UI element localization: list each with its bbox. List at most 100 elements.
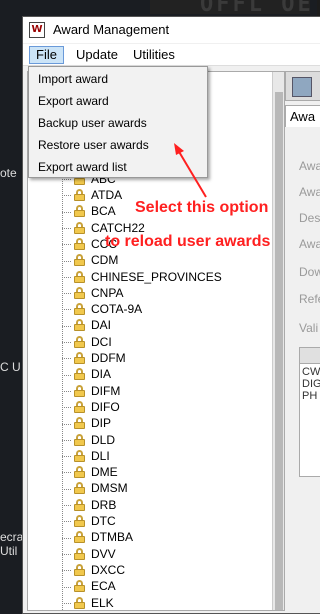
- tree-item-label: BCA: [91, 204, 116, 219]
- desktop-icon-label[interactable]: Util: [0, 544, 17, 558]
- tree-item-label: DRB: [91, 497, 117, 512]
- lock-icon: [74, 384, 85, 397]
- lock-icon: [74, 547, 85, 560]
- tree-item[interactable]: DTC: [62, 514, 116, 530]
- menu-item-export-award-list[interactable]: Export award list: [30, 156, 206, 178]
- tree-item[interactable]: DAI: [62, 318, 111, 334]
- tree-item[interactable]: DTMBA: [62, 530, 133, 546]
- tree-item[interactable]: COTA-9A: [62, 302, 142, 318]
- tree-item-label: COTA-9A: [91, 302, 143, 317]
- tree-item-label: CDM: [91, 253, 119, 268]
- grid-cell: PH: [302, 390, 318, 402]
- tree-item[interactable]: DCI: [62, 335, 112, 351]
- tab-award-label: Awa: [290, 109, 316, 124]
- tree-item-label: DVV: [91, 546, 116, 561]
- lock-icon: [74, 303, 85, 316]
- tree-item-label: DTC: [91, 514, 116, 528]
- tree-scrollbar[interactable]: [272, 72, 284, 610]
- tree-item-label: DDFM: [91, 351, 126, 365]
- lock-icon: [74, 449, 85, 462]
- save-disk-icon: [292, 77, 312, 97]
- lock-icon: [74, 596, 85, 609]
- lock-icon: [74, 205, 85, 218]
- tree-item-label: DLI: [91, 448, 110, 463]
- field-label: Awa: [299, 237, 320, 251]
- menu-item-export-award[interactable]: Export award: [30, 90, 206, 112]
- tree-item-label: ELK: [91, 595, 114, 610]
- lock-icon: [74, 531, 85, 544]
- tree-item[interactable]: CDM: [62, 253, 118, 269]
- lock-icon: [74, 515, 85, 527]
- menu-item-import-award[interactable]: Import award: [30, 68, 206, 90]
- field-label: Des: [299, 211, 320, 225]
- tree-item-label: CNPA: [91, 285, 124, 300]
- desktop-icon-label[interactable]: ote: [0, 166, 17, 180]
- lock-icon: [74, 563, 85, 576]
- scrollbar-thumb[interactable]: [275, 92, 283, 610]
- window-title: Award Management: [53, 22, 170, 37]
- desktop-icon-label[interactable]: C U: [0, 360, 21, 374]
- tab-award[interactable]: Awa: [285, 105, 320, 127]
- tree-item[interactable]: ECA: [62, 579, 116, 595]
- lock-icon: [74, 319, 85, 332]
- tree-item-label: DME: [91, 465, 118, 480]
- tree-item[interactable]: DMSM: [62, 481, 128, 497]
- tree-item[interactable]: DDFM: [62, 351, 126, 367]
- lock-icon: [74, 417, 85, 430]
- field-label: Awa: [299, 185, 320, 199]
- lock-icon: [74, 400, 85, 413]
- lock-icon: [74, 352, 85, 364]
- tree-item[interactable]: BCA: [62, 204, 116, 220]
- tree-item-label: DTMBA: [91, 530, 133, 545]
- tree-item[interactable]: DLD: [62, 433, 115, 449]
- lock-icon: [74, 221, 85, 234]
- validation-grid[interactable]: CW DIG PH: [299, 347, 320, 477]
- tree-item[interactable]: DIA: [62, 367, 111, 383]
- menu-item-backup-user-awards[interactable]: Backup user awards: [30, 112, 206, 134]
- tree-item[interactable]: DME: [62, 465, 118, 481]
- tree-item[interactable]: DXCC: [62, 563, 125, 579]
- tree-item[interactable]: DIP: [62, 416, 111, 432]
- tree-item[interactable]: DIFO: [62, 400, 120, 416]
- tree-item-label: DMSM: [91, 481, 128, 496]
- tree-item-label: DIFO: [91, 399, 120, 414]
- tree-item-label: DXCC: [91, 562, 126, 577]
- tree-item[interactable]: CNPA: [62, 286, 123, 302]
- tree-item[interactable]: DVV: [62, 547, 116, 563]
- lock-icon: [74, 286, 85, 299]
- menu-utilities[interactable]: Utilities: [133, 47, 175, 62]
- lock-icon: [74, 466, 85, 479]
- menu-bar: File Update Utilities: [23, 44, 320, 66]
- tree-item[interactable]: DRB: [62, 498, 116, 514]
- lock-icon: [74, 482, 85, 495]
- tree-item[interactable]: CHINESE_PROVINCES: [62, 270, 222, 286]
- menu-update[interactable]: Update: [76, 47, 118, 62]
- lock-icon: [74, 254, 85, 267]
- save-button[interactable]: [285, 71, 320, 101]
- tree-item[interactable]: DIFM: [62, 384, 120, 400]
- tree-item-label: ECA: [91, 579, 116, 594]
- lock-icon: [74, 368, 85, 381]
- annotation-line-2: to reload user awards: [105, 233, 271, 250]
- grid-cell: DIG: [302, 378, 320, 390]
- tree-item-label: DCI: [91, 334, 112, 349]
- menu-item-restore-user-awards[interactable]: Restore user awards: [30, 134, 206, 156]
- field-label: Refe: [299, 292, 320, 306]
- app-icon: W: [29, 22, 45, 38]
- lock-icon: [74, 580, 85, 593]
- tree-item-label: DAI: [91, 318, 112, 333]
- tree-item[interactable]: ATDA: [62, 188, 122, 204]
- grid-cell: CW: [302, 366, 320, 378]
- title-bar[interactable]: W Award Management: [23, 17, 320, 43]
- annotation-line-1: Select this option: [135, 199, 269, 216]
- background-display-glyphs: OFFL OE: [200, 0, 314, 17]
- lock-icon: [74, 335, 85, 348]
- field-label: Dow: [299, 265, 320, 279]
- tree-item-label: DLD: [91, 432, 116, 447]
- desktop-icon-label[interactable]: ecra: [0, 530, 23, 544]
- tree-item[interactable]: ELK: [62, 595, 114, 611]
- tree-item[interactable]: DLI: [62, 449, 110, 465]
- menu-file[interactable]: File: [29, 46, 64, 64]
- field-label: Awa: [299, 159, 320, 173]
- lock-icon: [74, 498, 85, 511]
